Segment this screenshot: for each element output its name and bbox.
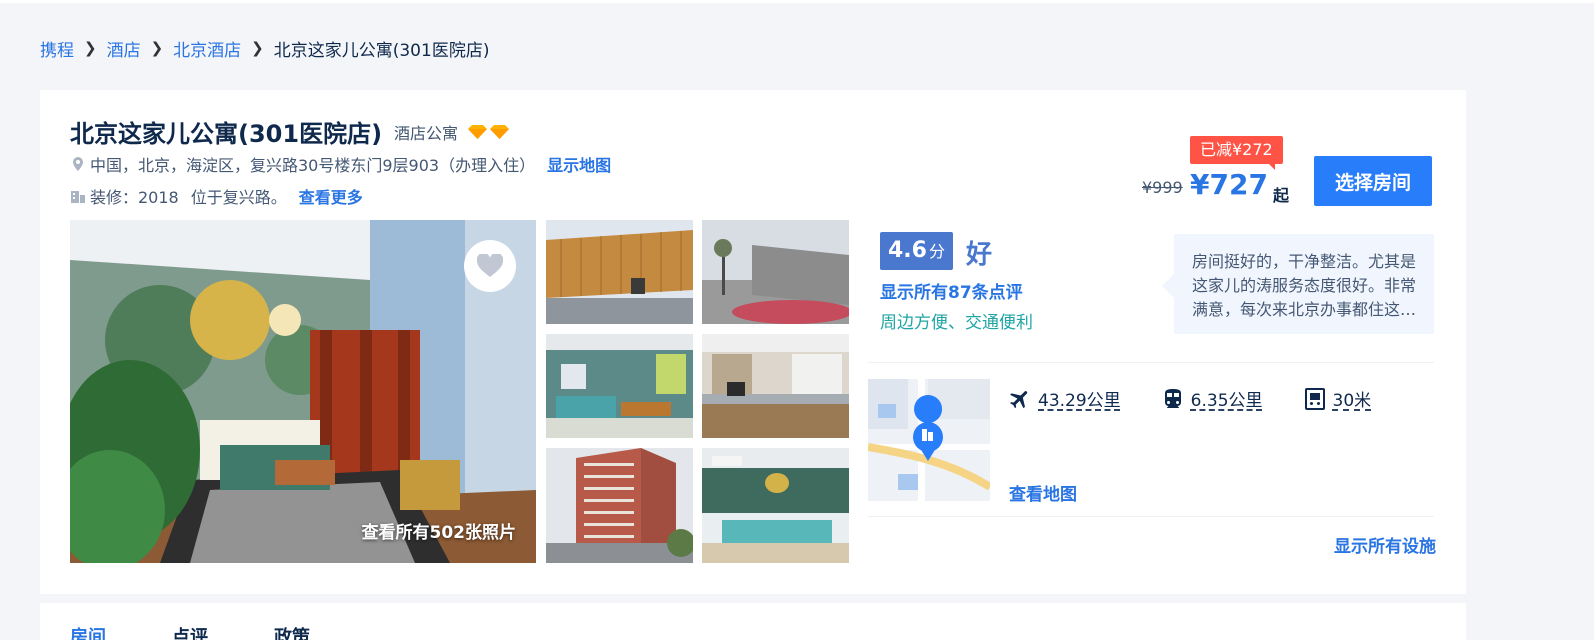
divider xyxy=(868,362,1434,363)
metro-icon xyxy=(1304,387,1325,410)
review-tag: 周边方便、交通便利 xyxy=(880,313,1033,333)
discount-badge: 已减¥272 xyxy=(1190,136,1283,170)
hotel-name: 北京这家儿公寓(301医院店) xyxy=(70,120,383,148)
detail-tabs: 房间 点评 政策 xyxy=(70,623,310,640)
top-bar xyxy=(0,0,1594,3)
breadcrumb-ctrip[interactable]: 携程 xyxy=(40,36,74,61)
bedroom-green-photo xyxy=(702,448,849,563)
all-reviews-link[interactable]: 显示所有87条点评 xyxy=(880,278,1023,303)
view-all-photos-link[interactable]: 查看所有502张照片 xyxy=(362,518,517,543)
score-word: 好 xyxy=(966,240,993,270)
divider xyxy=(868,516,1434,517)
choose-room-button[interactable]: 选择房间 xyxy=(1314,156,1432,206)
thumbnail-photo[interactable] xyxy=(702,334,849,438)
score-unit: 分 xyxy=(928,242,945,261)
hospital-gate-photo xyxy=(702,220,849,324)
thumbnail-photo[interactable] xyxy=(702,448,849,563)
kitchen-photo xyxy=(702,334,849,438)
diamond-rating[interactable] xyxy=(468,124,510,139)
detail-tabs-card: 房间 点评 政策 xyxy=(40,603,1466,640)
view-map-link[interactable]: 查看地图 xyxy=(1009,480,1077,505)
building-icon xyxy=(71,191,85,203)
breadcrumb: 携程 ❯ 酒店 ❯ 北京酒店 ❯ 北京这家儿公寓(301医院店) xyxy=(40,36,490,61)
review-excerpt: 房间挺好的，干净整洁。尤其是这家儿的涛服务态度很好。非常满意，每次来北京办事都住… xyxy=(1192,252,1417,319)
tab-rooms[interactable]: 房间 xyxy=(70,623,106,640)
breadcrumb-hotels[interactable]: 酒店 xyxy=(107,36,141,61)
hotel-type: 酒店公寓 xyxy=(394,123,459,143)
diamond-icon xyxy=(490,124,510,139)
metro-distance[interactable]: 30米 xyxy=(1303,386,1372,411)
breadcrumb-current: 北京这家儿公寓(301医院店) xyxy=(273,40,490,61)
building-exterior-photo xyxy=(546,220,693,324)
score-badge: 4.6 分 xyxy=(880,232,953,270)
thumbnail-photo[interactable] xyxy=(702,220,849,324)
chevron-right-icon: ❯ xyxy=(251,39,264,57)
price-from-label: 起 xyxy=(1273,186,1290,205)
heart-icon xyxy=(477,254,503,277)
train-distance-value: 6.35公里 xyxy=(1190,391,1263,411)
chevron-right-icon: ❯ xyxy=(84,39,97,57)
see-more-link[interactable]: 查看更多 xyxy=(299,184,363,208)
thumbnail-photo[interactable] xyxy=(546,448,693,563)
renovation-year: 装修：2018 xyxy=(90,188,179,207)
diamond-icon xyxy=(468,124,488,139)
metro-distance-value: 30米 xyxy=(1332,391,1372,411)
apartment-building-photo xyxy=(546,448,693,563)
thumbnail-photo[interactable] xyxy=(546,220,693,324)
price-area: 已减¥272 ¥999 ¥727 起 选择房间 xyxy=(1142,136,1432,216)
breadcrumb-beijing-hotels[interactable]: 北京酒店 xyxy=(173,36,241,61)
map-thumbnail[interactable] xyxy=(868,379,990,501)
chevron-right-icon: ❯ xyxy=(150,39,164,57)
favorite-button[interactable] xyxy=(464,240,516,292)
show-map-link[interactable]: 显示地图 xyxy=(547,152,611,176)
main-photo[interactable]: 查看所有502张照片 xyxy=(70,220,536,563)
train-icon xyxy=(1164,388,1181,408)
current-price: ¥727 xyxy=(1190,168,1268,201)
rating-area: 4.6 分 好 显示所有87条点评 周边方便、交通便利 xyxy=(880,232,1033,333)
airport-distance-value: 43.29公里 xyxy=(1038,391,1121,411)
thumbnail-photo[interactable] xyxy=(546,334,693,438)
tab-policies[interactable]: 政策 xyxy=(274,623,310,640)
address-row: 中国，北京，海淀区，复兴路30号楼东门9层903（办理入住） 显示地图 xyxy=(70,152,611,176)
airport-distance[interactable]: 43.29公里 xyxy=(1008,386,1121,411)
tab-reviews[interactable]: 点评 xyxy=(172,623,208,640)
hotel-address: 中国，北京，海淀区，复兴路30号楼东门9层903（办理入住） xyxy=(90,156,536,175)
airplane-icon xyxy=(1010,390,1028,408)
original-price: ¥999 xyxy=(1142,178,1183,197)
review-excerpt-bubble[interactable]: 房间挺好的，干净整洁。尤其是这家儿的涛服务态度很好。非常满意，每次来北京办事都住… xyxy=(1162,234,1434,334)
all-facilities-link[interactable]: 显示所有设施 xyxy=(1334,532,1436,557)
train-distance[interactable]: 6.35公里 xyxy=(1161,386,1263,411)
renovation-row: 装修：2018 位于复兴路。 查看更多 xyxy=(70,184,363,208)
room-living-photo xyxy=(546,334,693,438)
title-row: 北京这家儿公寓(301医院店) 酒店公寓 xyxy=(70,114,510,149)
hotel-overview-card: 北京这家儿公寓(301医院店) 酒店公寓 中国，北京，海淀区，复兴路30号楼东门… xyxy=(40,90,1466,594)
location-pin-icon xyxy=(73,157,83,171)
distance-row: 43.29公里 6.35公里 30米 xyxy=(1008,386,1411,411)
map-image xyxy=(868,379,990,501)
location-description: 位于复兴路。 xyxy=(190,188,287,207)
score-value: 4.6 xyxy=(888,238,927,263)
